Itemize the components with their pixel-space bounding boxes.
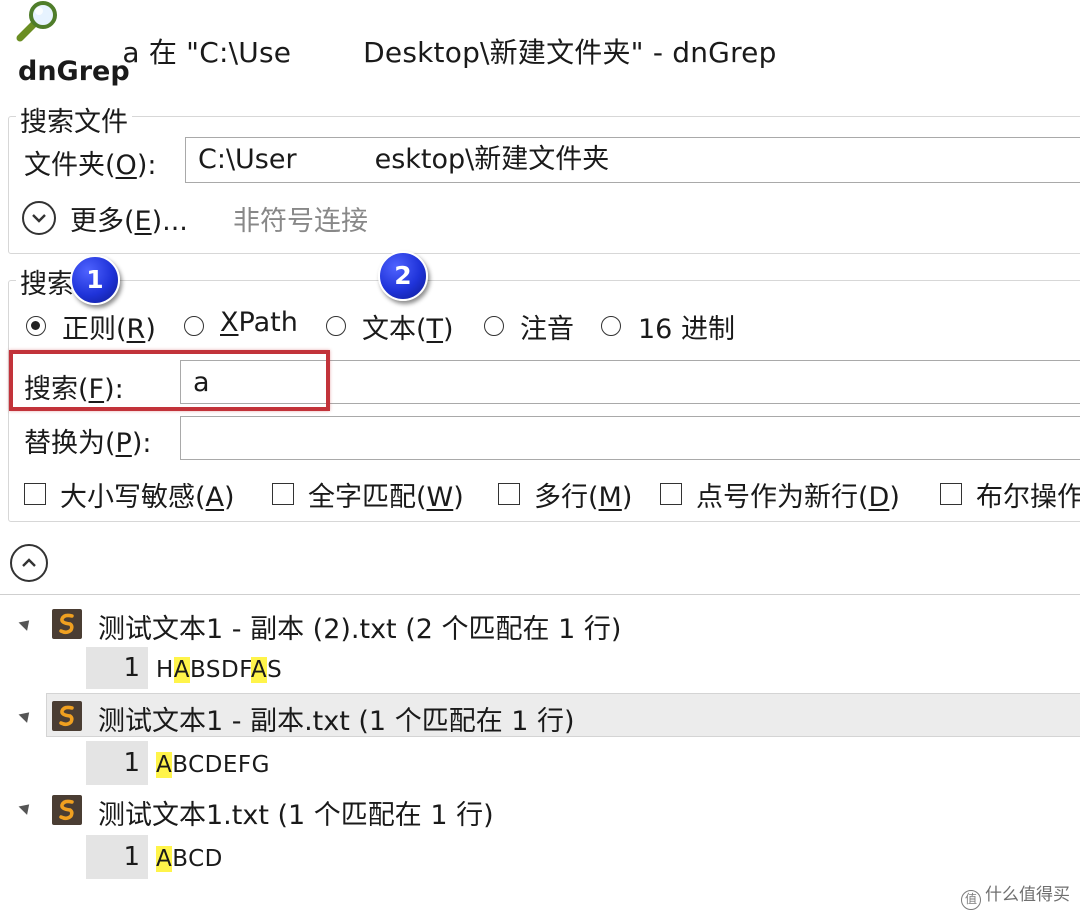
checkbox-multiline[interactable] — [498, 483, 520, 505]
radio-regex-label[interactable]: 正则(R) — [62, 307, 156, 346]
checkbox-case-sensitive-label[interactable]: 大小写敏感(A) — [60, 475, 235, 514]
checkbox-dot-newline[interactable] — [660, 483, 682, 505]
checkbox-multiline-label[interactable]: 多行(M) — [534, 475, 632, 514]
result-file-name[interactable]: 测试文本1 - 副本.txt (1 个匹配在 1 行) — [98, 699, 575, 738]
file-icon — [52, 795, 82, 825]
collapse-button[interactable] — [10, 544, 48, 582]
search-files-group-title: 搜索文件 — [16, 100, 132, 139]
result-line-number: 1 — [86, 741, 148, 785]
result-file-name[interactable]: 测试文本1.txt (1 个匹配在 1 行) — [98, 793, 494, 832]
checkbox-dot-newline-label[interactable]: 点号作为新行(D) — [696, 475, 900, 514]
result-line-text[interactable]: HABSDFAS — [156, 657, 282, 683]
checkbox-boolean[interactable] — [940, 483, 962, 505]
results-panel: 测试文本1 - 副本 (2).txt (2 个匹配在 1 行) 1 HABSDF… — [0, 594, 1080, 917]
tree-collapse-icon[interactable] — [18, 708, 34, 723]
result-line-text[interactable]: ABCDEFG — [156, 752, 270, 778]
file-icon — [52, 609, 82, 639]
file-icon — [52, 701, 82, 731]
annotation-highlight-box — [9, 350, 330, 411]
radio-xpath-label[interactable]: XPath — [220, 307, 298, 338]
replace-label: 替换为(P): — [24, 428, 152, 459]
replace-input[interactable] — [180, 416, 1080, 460]
radio-text-label[interactable]: 文本(T) — [362, 307, 454, 346]
checkbox-whole-word[interactable] — [272, 483, 294, 505]
radio-phonetic[interactable] — [484, 316, 504, 336]
app-name: dnGrep — [18, 56, 130, 87]
more-label[interactable]: 更多(E)... — [70, 199, 188, 238]
tree-collapse-icon[interactable] — [18, 800, 34, 815]
radio-hex-label[interactable]: 16 进制 — [638, 307, 735, 346]
result-line-number: 1 — [86, 835, 148, 879]
title-bar: a 在 "C:\Use Desktop\新建文件夹" - dnGrep — [0, 0, 1080, 69]
folder-input[interactable]: C:\User esktop\新建文件夹 — [185, 137, 1080, 183]
radio-regex[interactable] — [26, 316, 46, 336]
radio-xpath[interactable] — [184, 316, 204, 336]
watermark: 值什么值得买 — [961, 880, 1070, 910]
checkbox-case-sensitive[interactable] — [24, 483, 46, 505]
tree-collapse-icon[interactable] — [18, 616, 34, 631]
annotation-badge-2: 2 — [378, 251, 428, 301]
radio-phonetic-label[interactable]: 注音 — [520, 307, 574, 346]
radio-hex[interactable] — [601, 316, 621, 336]
folder-label: 文件夹(O): — [24, 150, 157, 181]
result-line-text[interactable]: ABCD — [156, 846, 223, 872]
checkbox-boolean-label[interactable]: 布尔操作 — [976, 475, 1080, 514]
search-group-title: 搜索 — [16, 262, 78, 301]
more-expand-button[interactable] — [22, 201, 56, 235]
more-hint: 非符号连接 — [233, 206, 368, 237]
annotation-badge-1: 1 — [70, 255, 120, 305]
chevron-up-icon — [22, 558, 36, 567]
chevron-down-icon — [32, 214, 46, 223]
magnifier-icon — [12, 0, 64, 44]
radio-text[interactable] — [326, 316, 346, 336]
watermark-logo-icon: 值 — [961, 890, 981, 910]
result-file-name[interactable]: 测试文本1 - 副本 (2).txt (2 个匹配在 1 行) — [98, 607, 621, 646]
checkbox-whole-word-label[interactable]: 全字匹配(W) — [308, 475, 464, 514]
result-line-number: 1 — [86, 647, 148, 689]
window-title: a 在 "C:\Use Desktop\新建文件夹" - dnGrep — [122, 36, 777, 69]
